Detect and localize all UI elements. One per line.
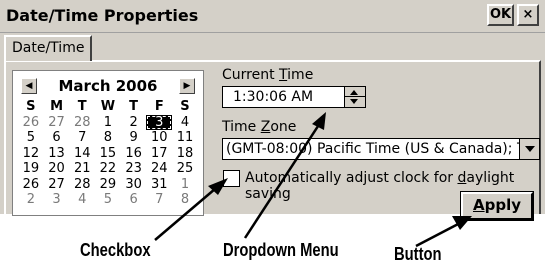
annotation-dropdown: Dropdown Menu — [223, 240, 339, 260]
button-arrowhead — [452, 216, 472, 230]
annotation-button: Button — [394, 244, 442, 264]
annotation-checkbox: Checkbox — [80, 240, 151, 260]
dropdown-arrow — [243, 119, 324, 239]
tab-date-time[interactable]: Date/Time — [4, 35, 92, 61]
button-arrow — [415, 220, 463, 248]
dropdown-arrowhead — [312, 112, 326, 130]
checkbox-arrow — [154, 182, 223, 241]
